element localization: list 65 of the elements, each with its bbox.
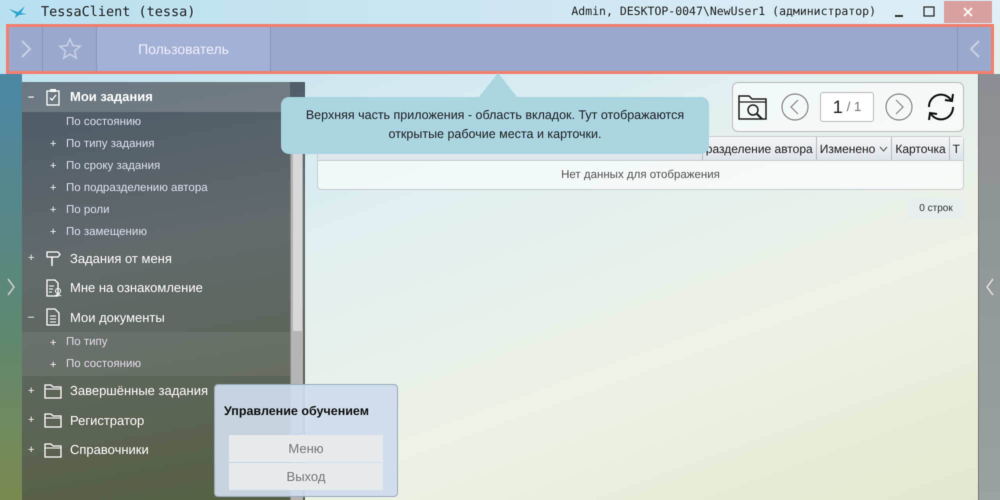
window-title: TessaClient (tessa) [41, 2, 196, 22]
tree-item-label: Завершённые задания [70, 382, 208, 400]
tree-subitem[interactable]: По типу [66, 334, 108, 352]
column-header[interactable]: Изменено [816, 137, 892, 160]
tree-item-label: Задания от меня [70, 250, 172, 268]
star-icon [58, 37, 82, 61]
chevron-right-icon[interactable] [6, 278, 16, 296]
expander-icon[interactable]: + [50, 358, 56, 371]
page-number: 1 [832, 96, 843, 118]
tree-item-label: Справочники [70, 441, 149, 459]
column-title: Карточка [895, 140, 946, 158]
tree-subitem[interactable]: По типу задания [66, 136, 154, 154]
tree-item-label: Мои документы [70, 308, 165, 327]
user-info: Admin, DESKTOP-0047\NewUser1 (администратор) [571, 3, 876, 20]
tree-item[interactable]: – Мои документы [22, 302, 290, 332]
tree-item-label: Мне на ознакомление [70, 279, 203, 297]
tree-subitem[interactable]: По состоянию [66, 356, 142, 374]
tree-subitem[interactable]: По подразделению автора [66, 180, 208, 198]
chevron-left-icon[interactable] [984, 278, 994, 296]
expander-icon[interactable]: + [50, 336, 56, 349]
tree-item[interactable]: Мне на ознакомление [22, 273, 290, 302]
folder-icon [44, 411, 62, 430]
document-person-icon [44, 278, 62, 297]
expander-icon[interactable]: – [28, 90, 34, 102]
minimize-icon [895, 15, 903, 17]
chevron-right-icon [20, 39, 32, 59]
tree-item-label: Регистратор [70, 412, 144, 430]
expander-icon[interactable]: + [28, 444, 34, 456]
folder-icon [44, 382, 62, 400]
tree-item[interactable]: – Мои задания [22, 82, 290, 112]
document-icon [44, 308, 62, 326]
expander-icon[interactable]: + [28, 252, 34, 264]
panel-title: Управление обучением [224, 403, 369, 419]
column-title: Т [952, 140, 960, 158]
clipboard-check-icon [44, 88, 62, 106]
empty-message: Нет данных для отображения [560, 168, 721, 183]
chevron-left-icon [968, 39, 980, 59]
column-header[interactable]: Т [948, 137, 963, 160]
tree-subitem[interactable]: По состоянию [66, 114, 142, 132]
previous-page-button[interactable] [781, 93, 810, 121]
expander-icon[interactable]: + [50, 138, 56, 150]
expander-icon[interactable]: + [28, 414, 34, 426]
expander-icon[interactable]: – [28, 311, 34, 323]
expander-icon[interactable]: + [50, 204, 56, 216]
tree-subitem[interactable]: По замещению [66, 224, 147, 242]
page-total: / 1 [846, 98, 862, 116]
expander-icon[interactable]: + [50, 182, 56, 194]
expander-icon[interactable]: + [50, 160, 56, 172]
tree-item[interactable]: + Завершённые задания [22, 376, 290, 406]
row-count: 0 строк [908, 199, 964, 218]
next-page-button[interactable] [884, 93, 913, 121]
maximize-icon [923, 6, 935, 18]
close-icon [962, 6, 974, 18]
tree-subitem[interactable]: По сроку задания [66, 158, 160, 176]
sort-caret-icon [879, 146, 888, 152]
column-header[interactable]: Карточка [891, 137, 949, 160]
signpost-icon [44, 249, 62, 268]
column-title: Изменено [820, 140, 876, 158]
expander-icon[interactable]: + [28, 384, 34, 396]
tree-item-label: Мои задания [70, 88, 153, 106]
folder-icon [44, 440, 62, 459]
tree-subitem[interactable]: По роли [66, 202, 110, 220]
tree-item[interactable]: + Задания от меня [22, 244, 290, 273]
bird-logo-icon [9, 6, 27, 18]
expander-icon[interactable]: + [50, 226, 56, 238]
